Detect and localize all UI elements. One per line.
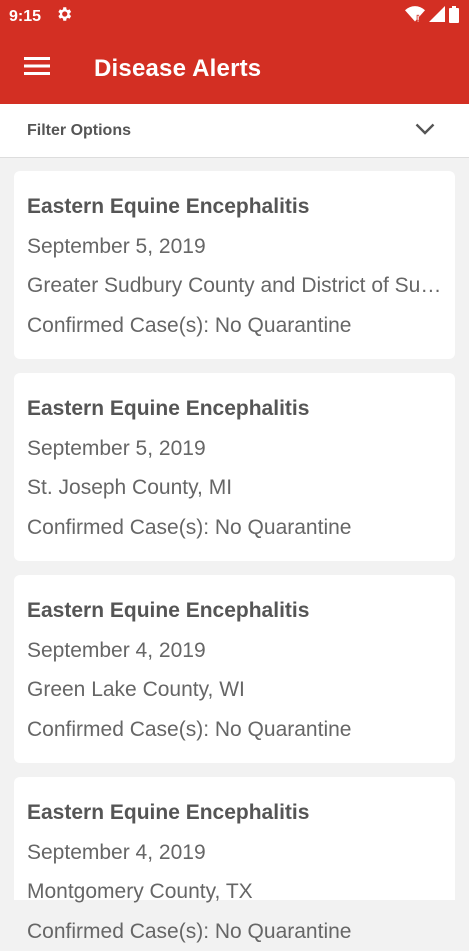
status-bar: 9:15 <box>0 0 469 33</box>
alert-disease: Eastern Equine Encephalitis <box>27 389 442 429</box>
alert-date: September 5, 2019 <box>27 227 442 267</box>
alert-status: Confirmed Case(s): No Quarantine <box>27 508 442 548</box>
menu-button[interactable] <box>0 33 74 104</box>
alert-disease: Eastern Equine Encephalitis <box>27 591 442 631</box>
alert-status: Confirmed Case(s): No Quarantine <box>27 710 442 750</box>
alert-date: September 4, 2019 <box>27 833 442 873</box>
alert-location: Greater Sudbury County and District of S… <box>27 266 442 306</box>
alert-status: Confirmed Case(s): No Quarantine <box>27 306 442 346</box>
battery-icon <box>449 6 459 28</box>
alert-location: Green Lake County, WI <box>27 670 442 710</box>
status-right <box>405 6 459 28</box>
cellular-signal-icon <box>429 6 445 27</box>
alert-location: St. Joseph County, MI <box>27 468 442 508</box>
alert-card[interactable]: Eastern Equine Encephalitis September 5,… <box>14 171 455 359</box>
alert-date: September 5, 2019 <box>27 429 442 469</box>
chevron-down-icon[interactable] <box>415 122 435 140</box>
alert-disease: Eastern Equine Encephalitis <box>27 793 442 833</box>
hamburger-menu-icon <box>24 56 50 81</box>
alert-status: Confirmed Case(s): No Quarantine <box>27 912 442 951</box>
filter-options-toggle[interactable]: Filter Options <box>0 104 469 158</box>
filter-options-label: Filter Options <box>27 122 131 140</box>
alert-date: September 4, 2019 <box>27 631 442 671</box>
alert-card[interactable]: Eastern Equine Encephalitis September 4,… <box>14 575 455 763</box>
app-bar: Disease Alerts <box>0 33 469 104</box>
status-left: 9:15 <box>9 5 73 28</box>
alert-disease: Eastern Equine Encephalitis <box>27 187 442 227</box>
settings-gear-icon <box>55 5 73 28</box>
page-title: Disease Alerts <box>94 55 261 83</box>
alert-card[interactable]: Eastern Equine Encephalitis September 5,… <box>14 373 455 561</box>
wifi-icon <box>405 6 425 27</box>
alert-location: Montgomery County, TX <box>27 872 442 912</box>
status-time: 9:15 <box>9 8 41 26</box>
alert-card[interactable]: Eastern Equine Encephalitis September 4,… <box>14 777 455 900</box>
